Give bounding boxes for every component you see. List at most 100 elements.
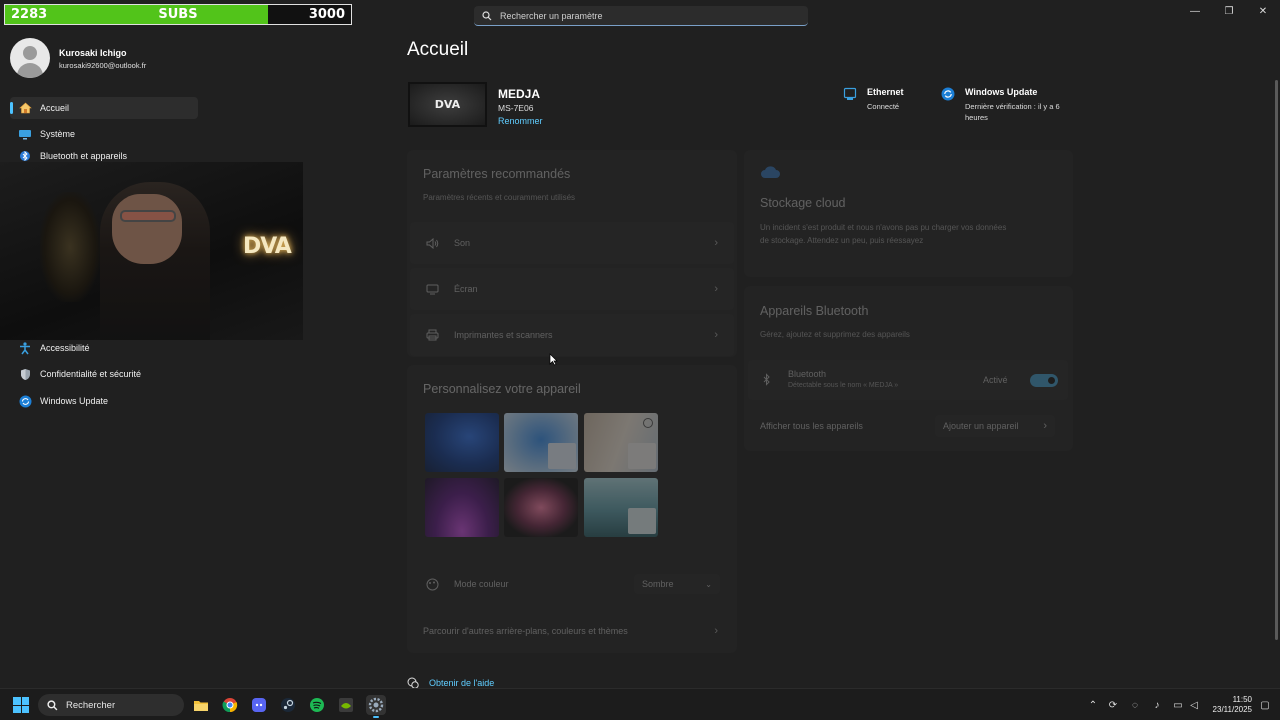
windows-update-status[interactable]: Windows Update Dernière vérification : i…	[941, 87, 1060, 123]
sidebar-item-label: Confidentialité et sécurité	[40, 369, 142, 379]
display-icon	[19, 129, 31, 139]
bluetooth-card-subtitle: Gérez, ajoutez et supprimez des appareil…	[760, 330, 910, 339]
clock[interactable]: 11:50 23/11/2025	[1208, 695, 1252, 715]
taskbar-search[interactable]: Rechercher	[38, 694, 184, 716]
nvidia-icon[interactable]	[336, 695, 356, 715]
windows-update-status-line1: Dernière vérification : il y a 6	[965, 102, 1060, 111]
sidebar-item-label: Bluetooth et appareils	[40, 151, 128, 161]
sidebar-item-accueil[interactable]: Accueil	[10, 97, 198, 119]
wallpaper-thumbnail[interactable]	[584, 478, 658, 537]
cloud-title: Stockage cloud	[760, 196, 846, 210]
discord-icon[interactable]	[249, 695, 269, 715]
user-email: kurosaki92600@outlook.fr	[59, 61, 147, 70]
chevron-right-icon: ›	[714, 283, 718, 295]
taskbar-search-label: Rechercher	[66, 699, 116, 711]
file-explorer-icon[interactable]	[191, 695, 211, 715]
sidebar-item-accessibilite[interactable]: Accessibilité	[10, 337, 198, 359]
microphone-icon[interactable]: ♪	[1150, 698, 1164, 712]
steam-icon[interactable]	[278, 695, 298, 715]
spotify-icon[interactable]	[307, 695, 327, 715]
chrome-icon[interactable]	[220, 695, 240, 715]
accessibility-icon	[20, 341, 30, 354]
wallpaper-thumbnail[interactable]	[504, 413, 578, 472]
row-label: Parcourir d'autres arrière-plans, couleu…	[423, 626, 628, 636]
bluetooth-icon	[763, 373, 770, 386]
sync-icon[interactable]: ⟳	[1106, 698, 1120, 712]
maximize-icon[interactable]: ❐	[1212, 4, 1246, 18]
windows-update-title: Windows Update	[965, 87, 1038, 97]
search-icon	[482, 10, 492, 20]
chevron-up-icon[interactable]: ⌃	[1086, 698, 1100, 712]
user-name: Kurosaki Ichigo	[59, 48, 127, 58]
color-mode-value: Sombre	[642, 579, 674, 589]
rename-link[interactable]: Renommer	[498, 116, 543, 126]
device-model: MS-7E06	[498, 103, 534, 113]
device-name: MEDJA	[498, 87, 541, 101]
notification-icon[interactable]: ▢	[1258, 698, 1272, 712]
bluetooth-toggle[interactable]	[1030, 374, 1058, 387]
sidebar-item-label: Accessibilité	[40, 343, 90, 353]
minimize-icon[interactable]: —	[1178, 4, 1212, 18]
chevron-down-icon: ⌄	[705, 579, 712, 589]
printer-icon	[426, 329, 438, 341]
cloud-message-line2: de stockage. Attendez un peu, puis réess…	[760, 236, 924, 245]
chevron-right-icon: ›	[1043, 420, 1047, 432]
windows-update-status-line2: heures	[965, 113, 988, 122]
settings-icon[interactable]	[366, 695, 386, 718]
bluetooth-card-title: Appareils Bluetooth	[760, 304, 869, 318]
sidebar-item-label: Windows Update	[40, 396, 109, 406]
recommended-title: Paramètres recommandés	[423, 167, 571, 181]
close-icon[interactable]: ✕	[1246, 4, 1280, 18]
sidebar-item-windows-update[interactable]: Windows Update	[10, 390, 198, 412]
scrollbar[interactable]	[1275, 80, 1278, 640]
bluetooth-state: Activé	[983, 375, 1008, 385]
recommended-row-imprimantes[interactable]: Imprimantes et scanners ›	[410, 314, 734, 356]
browse-themes-row[interactable]: Parcourir d'autres arrière-plans, couleu…	[410, 610, 734, 652]
clock-date: 23/11/2025	[1212, 705, 1252, 714]
recommended-subtitle: Paramètres récents et couramment utilisé…	[423, 193, 576, 202]
cloud-icon	[761, 166, 780, 178]
subs-goal-bar: 2283 SUBS 3000	[4, 4, 352, 25]
avatar[interactable]	[10, 38, 50, 78]
color-mode-dropdown[interactable]: Sombre ⌄	[634, 574, 720, 594]
sidebar-item-bluetooth[interactable]: Bluetooth et appareils	[10, 149, 198, 163]
row-label: Son	[454, 238, 471, 248]
clock-time: 11:50	[1232, 695, 1252, 704]
sidebar-item-confidentialite[interactable]: Confidentialité et sécurité	[10, 363, 198, 385]
device-logo: DVA	[434, 98, 461, 111]
settings-search-input[interactable]: Rechercher un paramètre	[474, 6, 808, 26]
ethernet-status[interactable]: Ethernet Connecté	[843, 87, 904, 112]
shield-icon	[20, 368, 30, 380]
wallpaper-thumbnail[interactable]	[584, 413, 658, 472]
search-placeholder: Rechercher un paramètre	[500, 10, 603, 21]
home-icon	[18, 102, 32, 114]
add-device-label: Ajouter un appareil	[943, 421, 1019, 431]
device-wallpaper-thumbnail: DVA	[408, 82, 487, 127]
recommended-row-ecran[interactable]: Écran ›	[410, 268, 734, 310]
speaker-icon	[426, 237, 438, 249]
ethernet-state: Connecté	[867, 102, 900, 111]
wallpaper-thumbnail[interactable]	[504, 478, 578, 537]
view-all-devices-link[interactable]: Afficher tous les appareils	[760, 421, 863, 431]
taskbar: Rechercher ⌃ ⟳ ◌ ♪ ▭ ◁ 11:50 23/11/2025 …	[0, 688, 1280, 720]
eye-off-icon[interactable]: ◌	[1128, 698, 1142, 712]
wallpaper-thumbnail[interactable]	[425, 413, 499, 472]
webcam-overlay: DVA	[0, 162, 303, 340]
subs-goal: 3000	[308, 7, 345, 22]
update-icon	[19, 395, 31, 407]
ethernet-title: Ethernet	[867, 87, 904, 97]
page-title: Accueil	[407, 39, 469, 60]
cloud-message-line1: Un incident s'est produit et nous n'avon…	[760, 223, 1007, 232]
row-label: Mode couleur	[454, 579, 509, 589]
add-device-button[interactable]: Ajouter un appareil ›	[935, 415, 1055, 437]
subs-label: SUBS	[158, 7, 198, 22]
chevron-right-icon: ›	[714, 329, 718, 341]
recommended-row-son[interactable]: Son ›	[410, 222, 734, 264]
network-icon[interactable]: ▭	[1171, 698, 1185, 712]
wallpaper-thumbnail[interactable]	[425, 478, 499, 537]
get-help-label: Obtenir de l'aide	[429, 678, 495, 688]
volume-icon[interactable]: ◁	[1187, 698, 1201, 712]
windows-start-icon[interactable]	[13, 697, 29, 713]
sidebar-item-systeme[interactable]: Système	[10, 123, 198, 145]
window-controls: — ❐ ✕	[1178, 4, 1280, 18]
